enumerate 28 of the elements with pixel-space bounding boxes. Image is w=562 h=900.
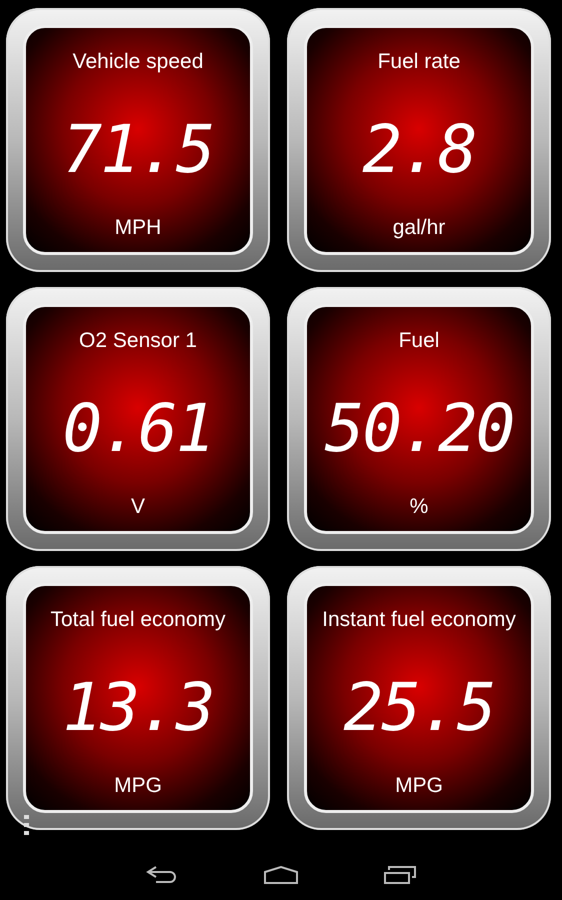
gauge-value: 0.61 xyxy=(62,394,214,464)
overflow-menu-icon[interactable] xyxy=(24,815,30,835)
gauge-label: Fuel xyxy=(398,328,440,354)
gauge-unit: MPG xyxy=(114,774,162,798)
gauge-label: O2 Sensor 1 xyxy=(79,328,197,354)
gauge-value: 2.8 xyxy=(362,115,476,185)
gauge-tile[interactable]: Fuel 50.20 % xyxy=(287,287,551,551)
gauge-tile[interactable]: Fuel rate 2.8 gal/hr xyxy=(287,8,551,272)
gauge-label: Total fuel economy xyxy=(50,607,226,633)
gauge-tile[interactable]: Total fuel economy 13.3 MPG xyxy=(6,566,270,830)
gauge-value: 25.5 xyxy=(344,673,494,743)
gauge-value: 71.5 xyxy=(62,115,214,185)
recent-apps-icon[interactable] xyxy=(384,866,416,884)
gauge-unit: gal/hr xyxy=(392,216,446,240)
gauge-value: 13.3 xyxy=(62,673,214,743)
gauge-label: Fuel rate xyxy=(378,49,460,75)
gauge-tile[interactable]: Instant fuel economy 25.5 MPG xyxy=(287,566,551,830)
gauge-tile[interactable]: O2 Sensor 1 0.61 V xyxy=(6,287,270,551)
gauge-unit: MPH xyxy=(114,216,162,240)
gauge-label: Vehicle speed xyxy=(72,49,204,75)
gauge-unit: MPG xyxy=(395,774,443,798)
gauge-label: Instant fuel economy xyxy=(322,607,516,633)
gauge-unit: V xyxy=(130,495,145,519)
gauge-tile[interactable]: Vehicle speed 71.5 MPH xyxy=(6,8,270,272)
gauge-unit: % xyxy=(410,495,428,519)
gauge-value: 50.20 xyxy=(324,394,514,464)
back-icon[interactable] xyxy=(146,866,178,884)
home-icon[interactable] xyxy=(264,866,298,884)
